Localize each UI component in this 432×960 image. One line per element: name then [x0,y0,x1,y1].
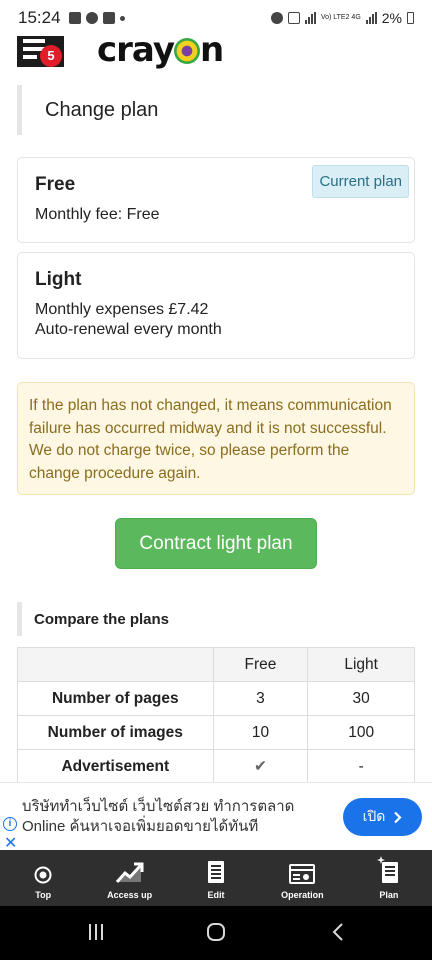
ad-line-2: Online ค้นหาเจอเพิ่มยอดขายได้ทันที [22,818,259,835]
edit-icon [208,861,225,883]
cell-free: 3 [212,681,309,716]
plan-expenses: Monthly expenses £7.42 [35,301,209,318]
table-header-free: Free [212,647,309,682]
trend-up-icon [115,862,144,883]
tab-access-up[interactable]: Access up [86,850,172,906]
plan-renewal: Auto-renewal every month [35,321,222,338]
ad-open-button[interactable]: เปิด [343,798,422,836]
ad-info-icon[interactable]: i [3,817,17,831]
tab-edit[interactable]: Edit [173,850,259,906]
compare-table: Free Light Number of pages 3 30 Number o… [17,647,415,784]
page-title: Change plan [17,85,415,135]
network-label: Vo) LTE2 4G [320,14,361,21]
contract-light-plan-button[interactable]: Contract light plan [115,518,317,569]
app-header: 5 cray n [0,30,432,72]
current-plan-badge: Current plan [312,165,409,198]
plan-icon [376,856,398,883]
plan-card-free: Free Monthly fee: Free Current plan [17,157,415,243]
cell-light: 30 [307,681,415,716]
compare-title: Compare the plans [17,602,169,636]
recent-apps-icon[interactable] [86,922,106,942]
check-icon: ✔ [212,749,309,784]
calendar-icon [102,12,115,24]
status-time: 15:24 [18,8,61,27]
table-row: Advertisement ✔ - [17,749,415,784]
system-icons: Vo) LTE2 4G 2% [270,10,414,26]
more-dot-icon [119,15,125,21]
tab-label: Access up [107,890,153,900]
ad-open-label: เปิด [362,808,386,824]
notification-icons [68,12,125,24]
row-label: Number of pages [17,681,214,716]
tab-label: Edit [207,890,225,900]
plan-name: Light [35,269,82,290]
bottom-tab-bar: Top Access up Edit Operation Plan [0,850,432,906]
tab-label: Top [35,890,52,900]
top-icon [34,866,52,884]
alarm-icon [270,12,283,24]
table-row: Number of images 10 100 [17,715,415,750]
ad-banner[interactable]: บริษัททำเว็บไซต์ เว็บไซต์สวย ทำการตลาด O… [0,782,432,852]
tab-plan[interactable]: Plan [346,850,432,906]
row-label: Number of images [17,715,214,750]
ad-text: บริษัททำเว็บไซต์ เว็บไซต์สวย ทำการตลาด O… [22,797,294,837]
gallery-icon [68,12,81,24]
plan-card-light: Light Monthly expenses £7.42 Auto-renewa… [17,252,415,359]
notification-badge: 5 [40,45,62,67]
battery-percent: 2% [381,10,402,26]
mute-icon [287,12,300,24]
table-row: Number of pages 3 30 [17,681,415,716]
crayon-logo[interactable]: cray n [97,30,224,70]
tab-label: Operation [281,890,324,900]
table-header-empty [17,647,214,682]
tab-top[interactable]: Top [0,850,86,906]
cell-light: - [307,749,415,784]
back-icon[interactable] [328,922,348,942]
operation-icon [289,864,316,884]
row-label: Advertisement [17,749,214,784]
tab-label: Plan [379,890,399,900]
messenger-icon [85,12,98,24]
logo-o-icon [173,38,200,64]
plan-fee: Monthly fee: Free [35,206,160,223]
signal-icon-2 [365,12,377,24]
system-nav-bar [0,906,432,960]
table-header-light: Light [307,647,415,682]
cell-light: 100 [307,715,415,750]
tab-operation[interactable]: Operation [259,850,345,906]
warning-alert: If the plan has not changed, it means co… [17,382,415,495]
battery-icon [407,12,414,24]
signal-icon [304,12,316,24]
cell-free: 10 [212,715,309,750]
home-icon[interactable] [206,922,226,942]
ad-line-1: บริษัททำเว็บไซต์ เว็บไซต์สวย ทำการตลาด [22,798,295,815]
chevron-right-icon [394,811,402,823]
